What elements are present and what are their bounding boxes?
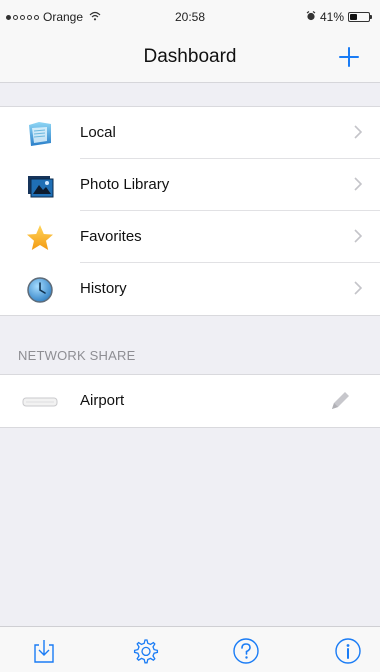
list-item-label: History bbox=[80, 280, 127, 297]
add-button[interactable] bbox=[332, 40, 366, 74]
page-title: Dashboard bbox=[143, 46, 237, 67]
chevron-right-icon bbox=[354, 229, 363, 248]
main-list: Local Photo Library Favorites History bbox=[0, 106, 380, 316]
drive-icon bbox=[22, 395, 58, 413]
tab-download[interactable] bbox=[26, 635, 62, 667]
section-spacer bbox=[0, 83, 380, 106]
list-item-photo-library[interactable]: Photo Library bbox=[0, 159, 380, 211]
chevron-right-icon bbox=[354, 177, 363, 196]
list-item-history[interactable]: History bbox=[0, 263, 380, 315]
list-item-label: Favorites bbox=[80, 228, 142, 245]
tab-settings[interactable] bbox=[127, 635, 163, 667]
battery-fill bbox=[350, 14, 357, 20]
clock-icon bbox=[24, 274, 56, 306]
plus-icon bbox=[339, 47, 359, 67]
section-header-network-share: NETWORK SHARE bbox=[18, 348, 136, 363]
gear-icon bbox=[133, 639, 159, 664]
battery-percent: 41% bbox=[319, 10, 344, 24]
battery-icon bbox=[348, 12, 372, 22]
local-folder-icon bbox=[24, 118, 56, 150]
help-icon bbox=[233, 638, 259, 664]
chevron-right-icon bbox=[354, 125, 363, 144]
network-share-list: Airport bbox=[0, 374, 380, 428]
list-item-local[interactable]: Local bbox=[0, 107, 380, 159]
status-right: 41% bbox=[306, 10, 372, 24]
list-item-airport[interactable]: Airport bbox=[0, 375, 380, 427]
status-bar: Orange 20:58 41% bbox=[0, 0, 380, 34]
list-item-favorites[interactable]: Favorites bbox=[0, 211, 380, 263]
tab-help[interactable] bbox=[228, 635, 264, 667]
star-icon bbox=[24, 222, 56, 254]
pencil-icon bbox=[332, 392, 349, 409]
photo-library-icon bbox=[24, 170, 56, 202]
alarm-icon bbox=[306, 10, 316, 24]
list-item-label: Airport bbox=[80, 392, 125, 409]
list-item-label: Photo Library bbox=[80, 176, 170, 193]
chevron-right-icon bbox=[354, 281, 363, 300]
tab-info[interactable] bbox=[330, 635, 366, 667]
download-icon bbox=[34, 640, 54, 663]
edit-button[interactable] bbox=[326, 387, 354, 415]
tab-bar bbox=[0, 626, 380, 672]
list-item-label: Local bbox=[80, 124, 116, 141]
navigation-bar: Dashboard bbox=[0, 34, 380, 83]
info-icon bbox=[335, 638, 361, 664]
